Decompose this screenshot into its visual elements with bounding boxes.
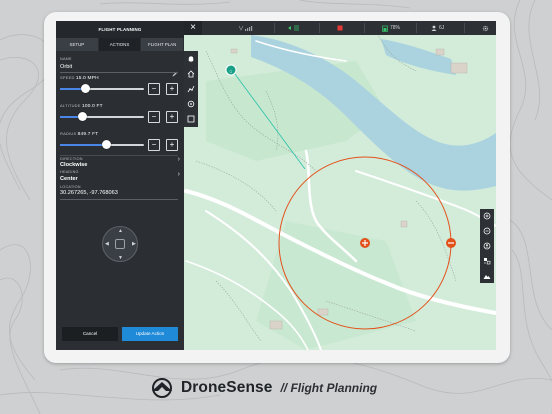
brand-tagline: // Flight Planning	[280, 381, 378, 395]
map-right-toolbar	[480, 209, 494, 283]
battery-icon	[382, 25, 388, 32]
speed-slider-row: − +	[60, 83, 178, 95]
status-divider	[319, 23, 320, 33]
waypoint-path-icon[interactable]	[186, 84, 196, 94]
dpad-up-icon[interactable]: ▲	[118, 228, 123, 234]
altitude-increase-button[interactable]: +	[166, 111, 178, 123]
tab-actions[interactable]: ACTIONS	[98, 38, 142, 51]
radius-slider-thumb[interactable]	[101, 140, 111, 149]
bell-icon[interactable]	[186, 54, 196, 64]
status-divider	[464, 23, 465, 33]
battery-status: 78%	[382, 21, 400, 35]
location-label: LOCATION	[60, 185, 81, 189]
altitude-decrease-button[interactable]: −	[148, 111, 160, 123]
area-scan-icon[interactable]	[186, 114, 196, 124]
app-screen: ⌂ 78% 6J × FLIGHT PLANNING SETUP ACTIONS…	[56, 21, 496, 350]
radius-label-row: RADIUS 849.7 FT	[60, 131, 98, 137]
location-underline	[60, 199, 178, 200]
speed-slider[interactable]	[60, 88, 144, 90]
position-dpad[interactable]: ▲ ▼ ◀ ▶	[102, 226, 138, 262]
drone-link-icon	[287, 21, 301, 35]
dpad-left-icon[interactable]: ◀	[105, 241, 109, 247]
radius-slider-row: − +	[60, 139, 178, 151]
altitude-slider[interactable]	[60, 116, 144, 118]
locate-user-icon[interactable]	[482, 241, 492, 251]
status-divider	[274, 23, 275, 33]
status-divider	[416, 23, 417, 33]
cancel-button[interactable]: Cancel	[62, 327, 118, 341]
tab-flight-plan[interactable]: FLIGHT PLAN	[141, 38, 185, 51]
panel-title: FLIGHT PLANNING	[56, 21, 184, 38]
update-action-button[interactable]: Update Action	[122, 327, 178, 341]
speed-label-row: SPEED 15.0 MPH	[60, 75, 99, 81]
signal-icon	[239, 21, 253, 35]
location-field[interactable]: 30.267265, -97.768063	[60, 190, 118, 196]
flight-planning-panel: FLIGHT PLANNING SETUP ACTIONS FLIGHT PLA…	[56, 21, 185, 350]
name-field[interactable]: Orbit	[60, 64, 72, 70]
name-label: NAME	[60, 57, 72, 61]
user-status[interactable]: 6J	[431, 21, 444, 35]
heading-value[interactable]: Center	[60, 176, 78, 182]
direction-label: DIRECTION	[60, 157, 83, 161]
radius-value: 849.7 FT	[77, 132, 99, 137]
dronesense-logo-icon	[152, 378, 172, 398]
speed-value: 15.0 MPH	[75, 76, 99, 81]
layers-icon[interactable]	[482, 256, 492, 266]
dpad-center[interactable]	[115, 239, 125, 249]
altitude-value: 100.0 FT	[81, 104, 103, 109]
tab-setup[interactable]: SETUP	[56, 38, 99, 51]
user-icon	[431, 25, 437, 31]
home-icon[interactable]	[186, 69, 196, 79]
speed-label: SPEED	[60, 75, 75, 80]
edit-pencil-icon[interactable]	[172, 64, 178, 82]
dpad-right-icon[interactable]: ▶	[132, 241, 136, 247]
map-left-toolbar	[184, 51, 198, 127]
panel-tabs: SETUP ACTIONS FLIGHT PLAN	[56, 38, 185, 51]
recording-icon	[337, 21, 343, 35]
speed-slider-thumb[interactable]	[80, 84, 90, 93]
brand-name: DroneSense	[181, 379, 273, 396]
zoom-out-icon[interactable]	[482, 226, 492, 236]
close-panel-button[interactable]: ×	[184, 21, 202, 35]
heading-label: HEADING	[60, 170, 79, 174]
status-divider	[364, 23, 365, 33]
radius-decrease-button[interactable]: −	[148, 139, 160, 151]
orbit-icon[interactable]	[186, 99, 196, 109]
dpad-down-icon[interactable]: ▼	[118, 255, 123, 261]
radius-slider-fill	[60, 144, 107, 146]
brand-footer: DroneSense // Flight Planning	[148, 376, 377, 400]
direction-chevron-icon[interactable]: ›	[178, 156, 180, 163]
speed-increase-button[interactable]: +	[166, 83, 178, 95]
speed-decrease-button[interactable]: −	[148, 83, 160, 95]
status-bar: 78% 6J	[184, 21, 496, 35]
svg-text:⌂: ⌂	[229, 69, 232, 75]
radius-increase-button[interactable]: +	[166, 139, 178, 151]
radius-label: RADIUS	[60, 131, 77, 136]
altitude-label-row: ALTITUDE 100.0 FT	[60, 103, 103, 109]
settings-gear-icon[interactable]	[482, 21, 489, 35]
altitude-label: ALTITUDE	[60, 103, 81, 108]
section-divider	[60, 155, 178, 156]
close-icon: ×	[190, 22, 196, 33]
direction-value[interactable]: Clockwise	[60, 162, 87, 168]
zoom-in-icon[interactable]	[482, 211, 492, 221]
user-initials: 6J	[439, 25, 445, 31]
name-underline	[60, 72, 178, 73]
battery-percent: 78%	[390, 25, 401, 31]
heading-chevron-icon[interactable]: ›	[178, 171, 180, 178]
altitude-slider-thumb[interactable]	[78, 112, 88, 121]
terrain-icon[interactable]	[482, 271, 492, 281]
altitude-slider-row: − +	[60, 111, 178, 123]
